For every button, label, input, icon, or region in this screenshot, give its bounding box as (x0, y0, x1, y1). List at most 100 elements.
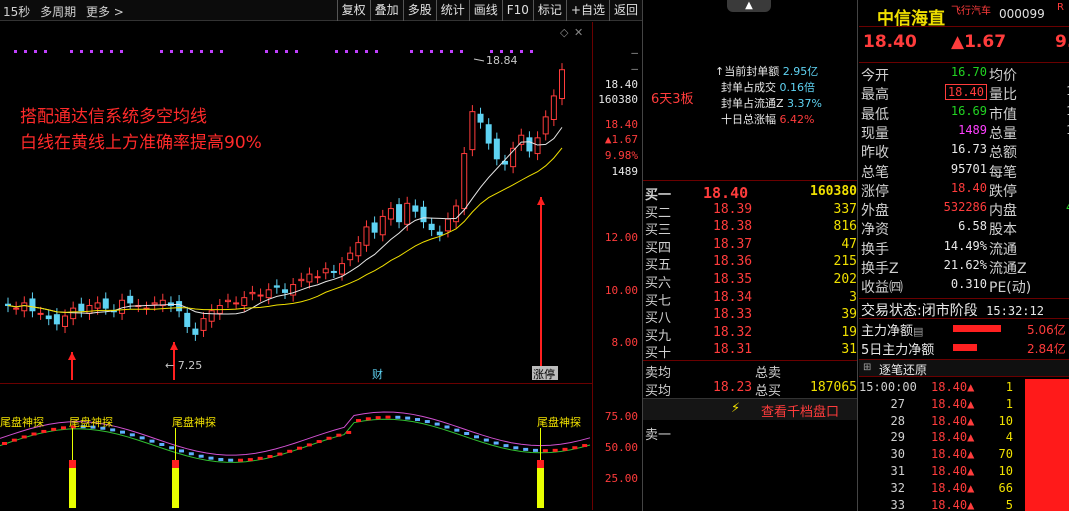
draw-line-button[interactable]: 画线 (468, 0, 502, 21)
signal-dot (190, 50, 193, 53)
bid-level-row[interactable]: 买十 18.31 31 (645, 342, 857, 361)
indicator-bar (277, 452, 283, 456)
bid-price: 18.39 (713, 201, 753, 217)
signal-dot (180, 50, 183, 53)
restore-rights-button[interactable]: 复权 (336, 0, 370, 21)
bid-level-row[interactable]: 买七 18.34 3 (645, 290, 857, 309)
bid-label: 买三 (645, 223, 672, 239)
plus-icon[interactable]: ⊞ (863, 362, 871, 373)
candle-body (45, 315, 52, 320)
candle-body (306, 273, 313, 283)
signal-dot (460, 50, 463, 53)
axis-tick-10: 10.00 (604, 284, 638, 297)
candle-body (559, 69, 565, 100)
signal-dot (220, 50, 223, 53)
ind-tick-25: 25.00 (604, 472, 638, 485)
close-icon[interactable]: ✕ (574, 26, 583, 39)
bid-price: 18.35 (713, 272, 753, 287)
signal-label: 尾盘神探 (0, 415, 44, 429)
tick-time: 30 (890, 447, 905, 462)
indicator-bar (21, 435, 27, 439)
candle-body (477, 113, 484, 123)
bid-level-row[interactable]: 买三 18.38 816 (645, 219, 857, 239)
indicator-bar (562, 447, 568, 451)
signal-dot (100, 50, 103, 53)
tick-price: 18.40▲ (931, 497, 975, 511)
indicator-bar (228, 458, 234, 462)
diamond-icon[interactable]: ◇ (560, 26, 569, 39)
indicator-chart[interactable]: 尾盘神探 尾盘神探 尾盘神探 尾盘神探 (0, 383, 592, 511)
bid-label: 买二 (645, 205, 672, 221)
back-button[interactable]: 返回 (608, 0, 642, 21)
candle-body (387, 208, 394, 220)
bid-level-row[interactable]: 买六 18.35 202 (645, 272, 857, 291)
bid-level-row[interactable]: 买九 18.32 19 (645, 324, 857, 344)
indicator-bar (159, 442, 165, 446)
candle-body (534, 137, 541, 155)
signal-dot (500, 50, 503, 53)
multi-period-button[interactable]: 多周期 (40, 5, 76, 19)
candle-body (404, 202, 411, 225)
bid-level-row[interactable]: 买二 18.39 337 (645, 201, 857, 221)
indicator-bar (493, 441, 499, 445)
indicator-bar (179, 449, 184, 453)
candle-body (363, 226, 370, 246)
signal-dot (110, 50, 113, 53)
signal-dot (160, 50, 163, 53)
limit-up-marker[interactable]: 涨停 (533, 367, 555, 381)
candle-body (176, 301, 183, 312)
quote-value: 16.70 (950, 65, 987, 79)
bid-level-row[interactable]: 买四 18.37 47 (645, 237, 857, 256)
indicator-bar (120, 430, 125, 434)
multi-stock-button[interactable]: 多股 (402, 0, 436, 21)
bid-level-row[interactable]: 买一 18.40 160380 (645, 184, 857, 203)
signal-dot (335, 50, 338, 53)
bid-volume: 19 (841, 324, 857, 340)
more-button[interactable]: 更多 > (86, 5, 124, 19)
candle-body (53, 314, 60, 325)
quote-row: 昨收 16.73 总额 (861, 142, 1069, 161)
up-arrow-icon: ▲ (967, 497, 975, 511)
quote-label-2: 股本 (989, 222, 1017, 239)
indicator-bar (503, 444, 509, 448)
annotation-text: 搭配通达信系统多空均线 白线在黄线上方准确率提高90% (20, 104, 262, 156)
quote-label: 最低 (861, 106, 889, 123)
indicator-bar (139, 436, 145, 440)
bid-level-row[interactable]: 买五 18.36 215 (645, 254, 857, 273)
f10-button[interactable]: F10 (501, 0, 533, 21)
indicator-bar (11, 438, 17, 442)
candlestick-chart[interactable]: 18.84 ← 7.25 财 涨停 ◇ ✕ (0, 22, 592, 382)
signal-dot (355, 50, 358, 53)
quote-value: 18.40 (950, 180, 987, 195)
tick-time: 28 (890, 413, 905, 428)
tick-time: 29 (890, 430, 905, 445)
finance-marker[interactable]: 财 (372, 367, 383, 381)
bid-level-row[interactable]: 买八 18.33 39 (645, 307, 857, 326)
trade-status: 交易状态:闭市阶段 15:32:12 (861, 303, 1044, 319)
thousand-book-bar[interactable]: ⚡ 查看千档盘口 (643, 398, 857, 420)
tick-time: 32 (890, 480, 905, 495)
indicator-bar (395, 415, 401, 419)
indicator-bar (247, 458, 253, 462)
concept-tag[interactable]: 飞行汽车 (951, 2, 991, 17)
tick-price: 18.40▲ (931, 413, 975, 428)
quote-value: 21.62% (943, 258, 987, 272)
tick-header[interactable]: ⊞ 逐笔还原 (859, 359, 1069, 377)
up-arrow-icon: ▲ (967, 430, 975, 445)
view-thousand-button[interactable]: 查看千档盘口 (761, 401, 839, 420)
quote-label: 昨收 (861, 145, 889, 162)
mark-button[interactable]: 标记 (532, 0, 566, 21)
add-watchlist-button[interactable]: +自选 (565, 0, 609, 21)
indicator-bar (306, 443, 312, 447)
collapse-button[interactable]: ▲ (727, 0, 771, 12)
overlay-button[interactable]: 叠加 (369, 0, 403, 21)
indicator-bar (365, 417, 371, 421)
up-arrow-icon: ▲ (967, 480, 975, 495)
up-arrow-icon: ▲ (967, 380, 975, 394)
statistics-button[interactable]: 统计 (435, 0, 469, 21)
arrows-group (68, 197, 545, 380)
seal-row: ↑当前封单额 2.95亿 (715, 65, 819, 78)
period-selector[interactable]: 15秒 (3, 5, 30, 19)
signal-dot (200, 50, 203, 53)
indicator-bar (198, 454, 204, 458)
